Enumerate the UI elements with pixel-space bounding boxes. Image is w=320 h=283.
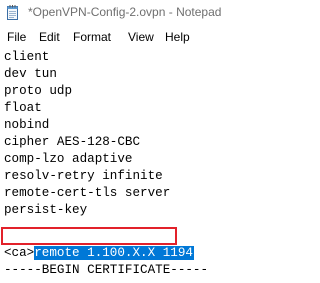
- menu-file[interactable]: File: [7, 30, 26, 44]
- menu-format[interactable]: Format: [73, 30, 111, 44]
- text-line: client: [4, 50, 50, 64]
- notepad-window: *OpenVPN-Config-2.ovpn - Notepad File Ed…: [0, 0, 240, 283]
- text-line: resolv-retry infinite: [4, 169, 163, 183]
- text-line: dev tun: [4, 67, 57, 81]
- menu-help[interactable]: Help: [165, 30, 190, 44]
- text-line: proto udp: [4, 84, 73, 98]
- text-line: -----BEGIN CERTIFICATE-----: [4, 263, 209, 277]
- selected-text[interactable]: remote 1.100.X.X 1194: [34, 246, 194, 260]
- text-line: remote-cert-tls server: [4, 186, 171, 200]
- window-title: *OpenVPN-Config-2.ovpn - Notepad: [28, 5, 222, 19]
- menu-view[interactable]: View: [128, 30, 154, 44]
- text-line: comp-lzo adaptive: [4, 152, 133, 166]
- text-line: cipher AES-128-CBC: [4, 135, 141, 149]
- notepad-icon: [7, 5, 18, 20]
- text-line: float: [4, 101, 42, 115]
- menu-bar: File Edit Format View Help: [0, 28, 240, 48]
- text-line: <ca>: [4, 246, 35, 260]
- text-line: persist-key: [4, 203, 88, 217]
- menu-edit[interactable]: Edit: [39, 30, 60, 44]
- selected-text-line[interactable]: remote 1.100.X.X 1194: [4, 228, 194, 260]
- title-bar: *OpenVPN-Config-2.ovpn - Notepad: [0, 0, 240, 26]
- text-line: nobind: [4, 118, 50, 132]
